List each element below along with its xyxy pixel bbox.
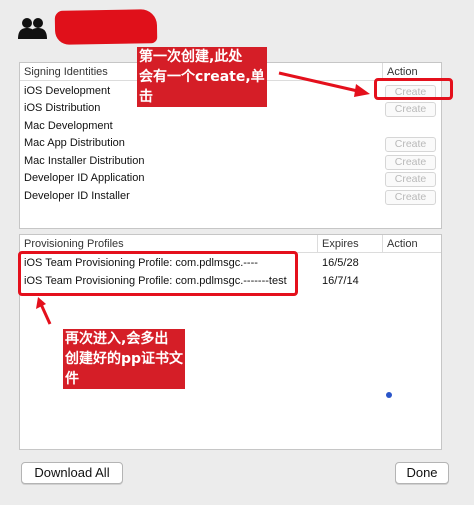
arrow-to-create	[278, 71, 363, 94]
cursor-dot	[386, 392, 392, 398]
arrowhead-create	[354, 84, 370, 97]
annotation-arrows	[36, 71, 370, 325]
